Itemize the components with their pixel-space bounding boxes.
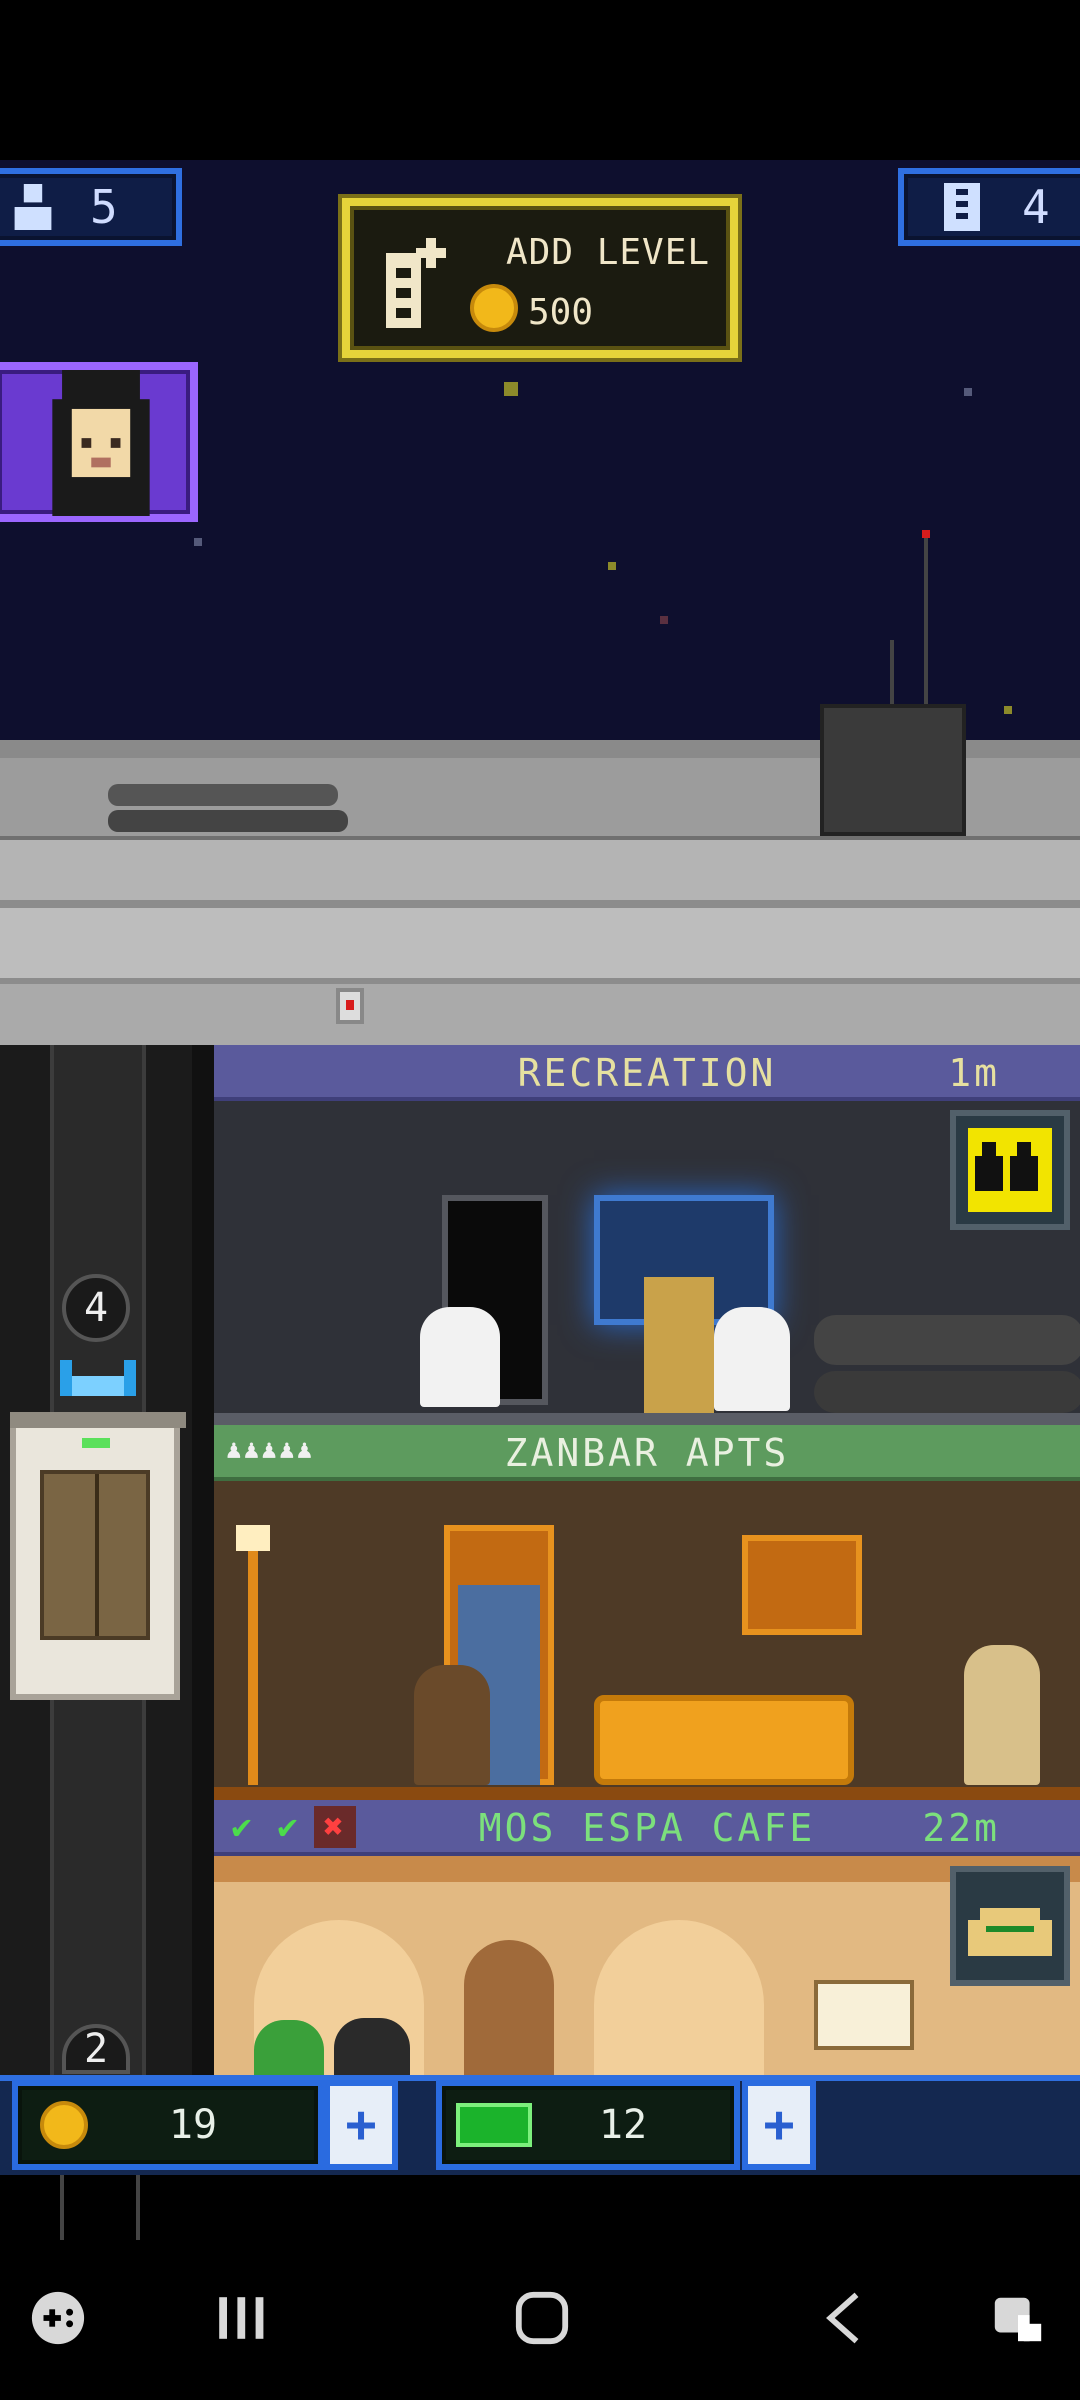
resident-character[interactable] [420, 1307, 500, 1407]
person-icon [14, 184, 52, 230]
touch-lock-icon[interactable] [986, 2286, 1050, 2350]
food-icon [968, 1908, 1052, 1956]
floors-value: 4 [1022, 180, 1050, 234]
resident-character[interactable] [714, 1307, 790, 1411]
elevator-doors [40, 1470, 150, 1640]
building-icon [944, 183, 980, 231]
room-title-bar: RECREATION 1m [214, 1045, 1080, 1101]
elevator-call-button[interactable] [950, 1110, 1070, 1230]
room-name: ZANBAR APTS [504, 1431, 790, 1475]
elevator-floor-indicator: 4 [62, 1274, 130, 1342]
coin-icon [470, 284, 518, 332]
tower-roof [0, 530, 1080, 1045]
coins-display: 19 [12, 2080, 324, 2170]
roof-alarm-light [336, 988, 364, 1024]
add-level-cost: 500 [528, 292, 594, 333]
cafe-product-button[interactable] [950, 1866, 1070, 1986]
antenna-module [820, 704, 966, 836]
elevator-car[interactable] [10, 1412, 186, 1700]
population-value: 5 [90, 180, 118, 234]
game-screen: 5 4 ADD LEVEL 500 4 2 RECREATION 1m ♟♟♟♟… [0, 0, 1080, 2400]
floor-lamp [248, 1539, 258, 1785]
add-level-label: ADD LEVEL [506, 232, 711, 273]
add-floor-icon [386, 238, 446, 328]
bux-value: 12 [598, 2102, 648, 2148]
room-timer: 1m [948, 1051, 1000, 1095]
elevator-people-icon [968, 1128, 1052, 1212]
vip-visitor-button[interactable] [0, 362, 198, 522]
bux-icon [456, 2103, 532, 2147]
back-icon[interactable] [812, 2286, 872, 2350]
bux-display: 12 [436, 2080, 740, 2170]
add-level-button[interactable]: ADD LEVEL 500 [342, 198, 738, 358]
room-zanbar-apts[interactable]: ♟♟♟♟♟ ZANBAR APTS [214, 1425, 1080, 1800]
recent-apps-icon[interactable] [210, 2286, 270, 2350]
room-recreation[interactable]: RECREATION 1m [214, 1045, 1080, 1425]
resident-character[interactable] [414, 1665, 490, 1785]
sofa [594, 1695, 854, 1785]
resident-character[interactable] [644, 1277, 714, 1413]
elevator-arrow-icon [60, 1360, 136, 1396]
system-navigation-bar [0, 2240, 1080, 2400]
room-timer: 22m [922, 1806, 1000, 1850]
home-icon[interactable] [510, 2286, 574, 2350]
resident-character[interactable] [964, 1645, 1040, 1785]
room-title-bar: ♟♟♟♟♟ ZANBAR APTS [214, 1425, 1080, 1481]
coin-icon [40, 2101, 88, 2149]
game-tools-icon[interactable] [26, 2286, 90, 2350]
floors-counter[interactable]: 4 [898, 168, 1080, 246]
buy-coins-button[interactable]: + [324, 2080, 398, 2170]
room-title-bar: ✔ ✔ ✖ MOS ESPA CAFE 22m [214, 1800, 1080, 1856]
coins-value: 19 [168, 2102, 218, 2148]
hooded-character-avatar [52, 370, 150, 516]
population-counter[interactable]: 5 [0, 168, 182, 246]
buy-bux-button[interactable]: + [742, 2080, 816, 2170]
